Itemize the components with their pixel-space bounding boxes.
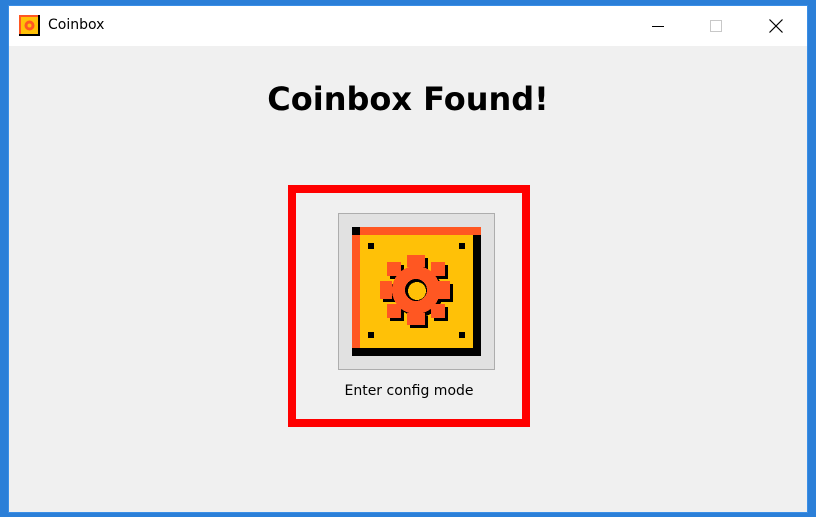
maximize-icon [710,20,722,32]
coinbox-app-icon [19,15,40,36]
maximize-button[interactable] [693,6,739,46]
app-window: Coinbox Coinbox Found! Enter config mode [8,5,808,513]
config-button-label[interactable]: Enter config mode [296,383,522,399]
main-content: Coinbox Found! Enter config mode [9,46,807,512]
minimize-icon [652,26,664,27]
page-title: Coinbox Found! [267,80,549,118]
window-title: Coinbox [48,17,105,33]
close-icon [769,19,783,33]
close-button[interactable] [753,6,799,46]
minimize-button[interactable] [635,6,681,46]
highlight-frame: Enter config mode [288,185,530,427]
enter-config-button[interactable] [338,213,495,370]
gear-box-icon [352,227,481,356]
title-bar[interactable]: Coinbox [9,6,807,46]
